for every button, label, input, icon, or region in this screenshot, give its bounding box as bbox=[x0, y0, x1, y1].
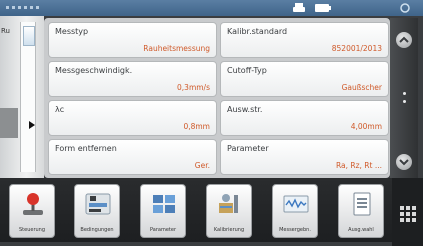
card-parameter[interactable]: Parameter Ra, Rz, Rt ... bbox=[220, 139, 389, 175]
toolbar-kalibrierung-button[interactable]: Kalibrierung bbox=[206, 184, 252, 238]
page-indicator-dot bbox=[403, 100, 406, 103]
card-cutoff-typ[interactable]: Cutoff-Typ Gaußscher bbox=[220, 61, 389, 97]
grid-icon bbox=[400, 218, 404, 222]
toolbar-messergebnis-button[interactable]: Messergebn. bbox=[272, 184, 318, 238]
toolbar-steuerung-button[interactable]: Steuerung bbox=[9, 184, 55, 238]
status-bar bbox=[0, 0, 423, 16]
card-messtyp[interactable]: Messtyp Rauheitsmessung bbox=[48, 22, 217, 58]
bottom-toolbar bbox=[0, 178, 392, 242]
card-label: Parameter bbox=[227, 144, 269, 153]
grid-icon bbox=[400, 212, 404, 216]
left-fragment-text: Ru bbox=[1, 27, 10, 35]
toolbar-ausgabewahl-button[interactable]: Ausg.wahl bbox=[338, 184, 384, 238]
card-lambda-c[interactable]: λc 0,8mm bbox=[48, 100, 217, 136]
grid-icon bbox=[406, 212, 410, 216]
toolbar-label: Messergebn. bbox=[279, 227, 311, 233]
output-icon bbox=[353, 192, 371, 216]
grid-icon bbox=[406, 206, 410, 210]
card-value: Ra, Rz, Rt ... bbox=[335, 161, 382, 170]
battery-icon bbox=[315, 4, 331, 12]
card-messgeschwindigkeit[interactable]: Messgeschwindigk. 0,3mm/s bbox=[48, 61, 217, 97]
card-label: Kalibr.standard bbox=[227, 27, 288, 36]
card-label: Ausw.str. bbox=[227, 105, 263, 114]
card-value: 852001/2013 bbox=[331, 44, 382, 53]
scroll-up-button[interactable] bbox=[396, 32, 412, 48]
card-label: Messgeschwindigk. bbox=[55, 66, 133, 75]
conditions-icon bbox=[85, 193, 111, 215]
toolbar-label: Bedingungen bbox=[80, 227, 114, 233]
scroll-strip bbox=[390, 18, 418, 178]
card-label: Form entfernen bbox=[55, 144, 117, 153]
card-label: Cutoff-Typ bbox=[227, 66, 267, 75]
signal-dots-icon bbox=[6, 6, 40, 9]
card-label: λc bbox=[55, 105, 65, 114]
grid-icon bbox=[412, 218, 416, 222]
printer-icon bbox=[293, 3, 305, 12]
card-label: Messtyp bbox=[55, 27, 89, 36]
toolbar-label: Ausg.wahl bbox=[348, 227, 374, 233]
card-value: Gaußscher bbox=[341, 83, 382, 92]
ruler-head bbox=[23, 26, 35, 46]
toolbar-label: Parameter bbox=[149, 227, 176, 233]
chevron-down-icon bbox=[399, 159, 409, 166]
card-value: 0,3mm/s bbox=[177, 83, 210, 92]
page-indicator-dot bbox=[403, 92, 406, 95]
toolbar-parameter-button[interactable]: Parameter bbox=[140, 184, 186, 238]
toolbar-label: Kalibrierung bbox=[213, 227, 245, 233]
card-value: 0,8mm bbox=[183, 122, 210, 131]
card-auswertestrecke[interactable]: Ausw.str. 4,00mm bbox=[220, 100, 389, 136]
left-panel-shadow bbox=[0, 108, 18, 138]
grid-icon bbox=[406, 218, 410, 222]
chevron-up-icon bbox=[399, 36, 409, 43]
card-value: 4,00mm bbox=[350, 122, 382, 131]
toolbar-bedingungen-button[interactable]: Bedingungen bbox=[74, 184, 120, 238]
scroll-down-button[interactable] bbox=[396, 154, 412, 170]
position-marker-icon bbox=[29, 121, 35, 129]
grid-menu-button[interactable] bbox=[392, 178, 423, 246]
parameter-icon bbox=[153, 195, 175, 213]
position-ruler bbox=[20, 22, 36, 172]
results-icon bbox=[283, 195, 309, 213]
card-form-entfernen[interactable]: Form entfernen Ger. bbox=[48, 139, 217, 175]
usb-icon bbox=[400, 3, 410, 13]
grid-icon bbox=[412, 206, 416, 210]
grid-icon bbox=[412, 212, 416, 216]
grid-icon bbox=[400, 206, 404, 210]
joystick-icon bbox=[23, 193, 43, 215]
calibration-icon bbox=[219, 194, 238, 213]
toolbar-label: Steuerung bbox=[18, 227, 46, 233]
card-kalibr-standard[interactable]: Kalibr.standard 852001/2013 bbox=[220, 22, 389, 58]
card-value: Ger. bbox=[194, 161, 210, 170]
card-value: Rauheitsmessung bbox=[143, 44, 210, 53]
